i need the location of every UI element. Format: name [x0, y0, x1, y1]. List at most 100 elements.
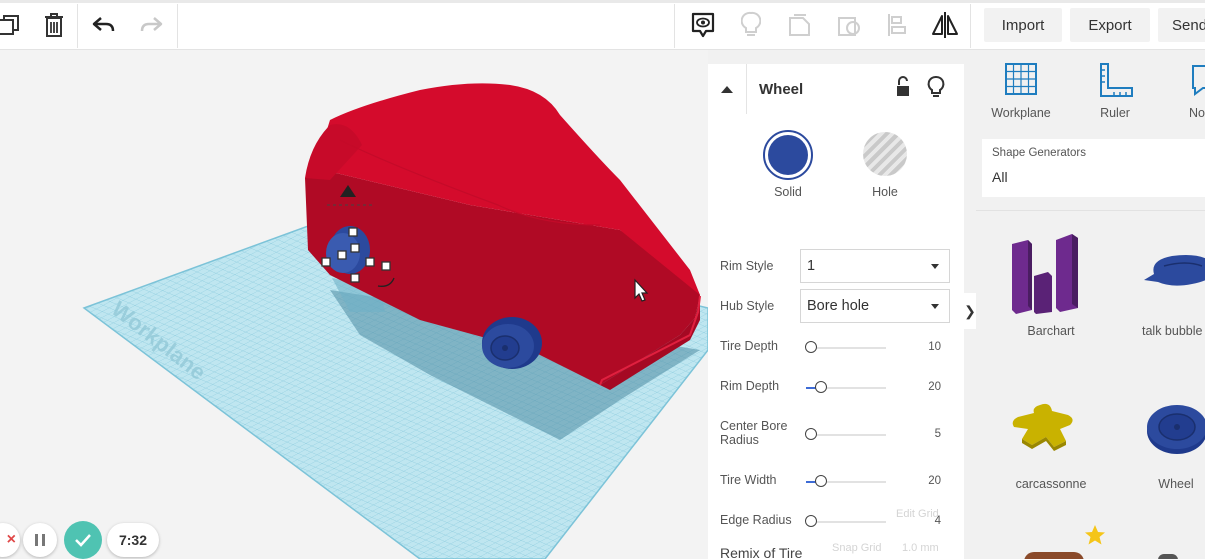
- tire-width-label: Tire Width: [720, 473, 777, 487]
- workplane-tool[interactable]: Workplane: [986, 60, 1056, 124]
- redo-button[interactable]: [134, 8, 168, 42]
- edge-radius-label: Edge Radius: [720, 513, 792, 527]
- lock-button[interactable]: [894, 76, 914, 100]
- toolbar-divider: [674, 4, 675, 48]
- rim-depth-slider[interactable]: [806, 381, 886, 393]
- shape-generators-selector[interactable]: Shape Generators All: [982, 139, 1205, 197]
- barchart-shape-icon: [1012, 234, 1078, 314]
- tire-depth-slider[interactable]: [805, 341, 886, 353]
- chevron-down-icon: [931, 304, 939, 309]
- mirror-icon: [932, 12, 958, 38]
- ruler-icon: [1100, 63, 1133, 97]
- ungroup-icon: [838, 17, 860, 36]
- star-icon: [1085, 525, 1105, 545]
- send-to-button[interactable]: Send: [1158, 8, 1205, 42]
- scene-canvas[interactable]: Workplane: [0, 50, 708, 559]
- next-shape-preview[interactable]: [1024, 552, 1084, 559]
- solid-button[interactable]: [763, 130, 813, 180]
- speech-eye-icon: [691, 12, 715, 38]
- wheel-label: Wheel: [1158, 477, 1194, 491]
- pause-button[interactable]: [23, 523, 57, 557]
- ruler-tool-label: Ruler: [1100, 106, 1130, 120]
- snap-grid-value[interactable]: 1.0 mm: [902, 542, 939, 554]
- rim-depth-knob[interactable]: [815, 381, 827, 393]
- shape-carcassonne[interactable]: carcassonne: [996, 395, 1106, 505]
- unlock-icon: [897, 76, 909, 96]
- notes-tool[interactable]: No: [1181, 60, 1205, 124]
- hide-button[interactable]: [927, 75, 947, 101]
- shape-barchart[interactable]: Barchart: [996, 230, 1106, 350]
- copy-button[interactable]: [0, 8, 26, 42]
- copy-icon: [0, 15, 19, 35]
- tire-depth-knob[interactable]: [805, 341, 817, 353]
- inspector-body: Solid Hole Rim Style 1 Hub Style Bore ho…: [708, 114, 966, 559]
- panel-splitter: ❯: [964, 50, 976, 559]
- hole-label: Hole: [872, 185, 898, 199]
- toolbar-divider: [177, 4, 178, 48]
- finish-recording-button[interactable]: [64, 521, 102, 559]
- group-button[interactable]: [783, 8, 817, 42]
- ungroup-button[interactable]: [832, 8, 866, 42]
- notes-toggle-button[interactable]: [686, 8, 720, 42]
- talk-bubble-shape-icon: [1144, 255, 1205, 286]
- 3d-viewport[interactable]: Workplane × 7:32: [0, 50, 708, 559]
- talk-bubble-label: talk bubble: [1142, 324, 1203, 338]
- remix-of-label: Remix of Tire: [720, 545, 803, 559]
- edge-radius-slider[interactable]: [805, 515, 886, 527]
- ruler-tool[interactable]: Ruler: [1080, 60, 1150, 124]
- tire-depth-label: Tire Depth: [720, 339, 778, 353]
- rim-style-dropdown[interactable]: 1: [800, 249, 950, 283]
- center-bore-radius-slider[interactable]: [805, 428, 886, 440]
- delete-button[interactable]: [37, 8, 71, 42]
- collapse-panel-button[interactable]: ❯: [964, 293, 976, 329]
- collapse-inspector-button[interactable]: [708, 64, 747, 114]
- hub-style-label: Hub Style: [720, 299, 775, 313]
- center-bore-radius-knob[interactable]: [805, 428, 817, 440]
- import-button[interactable]: Import: [984, 8, 1062, 42]
- solid-swatch: [768, 135, 808, 175]
- snap-grid-label: Snap Grid: [832, 542, 882, 554]
- shape-generators-label: Shape Generators: [992, 147, 1086, 159]
- tire-width-knob[interactable]: [815, 475, 827, 487]
- checkmark-icon: [75, 534, 91, 547]
- light-bulb-icon: [927, 76, 945, 97]
- toolbar-divider: [77, 4, 78, 48]
- rim-style-value: 1: [807, 258, 816, 274]
- light-bulb-button[interactable]: [734, 8, 768, 42]
- tire-width-value[interactable]: 20: [904, 475, 941, 487]
- hole-button[interactable]: [863, 132, 907, 176]
- shape-name[interactable]: Wheel: [759, 81, 803, 98]
- toolbar-divider: [970, 4, 971, 48]
- shape-talk-bubble[interactable]: talk bubble: [1126, 230, 1205, 350]
- chevron-right-icon: ❯: [964, 302, 976, 319]
- front-wheel[interactable]: [482, 317, 542, 369]
- shape-wheel[interactable]: Wheel: [1126, 395, 1205, 505]
- next-shape-preview[interactable]: [1158, 554, 1178, 559]
- hub-style-dropdown[interactable]: Bore hole: [800, 289, 950, 323]
- shape-inspector: Wheel Solid Hole Rim Style 1 Hub Style B…: [708, 50, 966, 559]
- pause-icon: [35, 534, 45, 546]
- group-icon: [789, 14, 810, 36]
- solid-label: Solid: [774, 185, 802, 199]
- recording-timer: 7:32: [107, 523, 159, 557]
- wheel-shape-icon: [1147, 405, 1205, 454]
- tire-width-slider[interactable]: [806, 475, 886, 487]
- notes-tool-label: No: [1189, 106, 1205, 120]
- close-icon: ×: [6, 531, 16, 548]
- rim-depth-value[interactable]: 20: [904, 381, 941, 393]
- undo-button[interactable]: [87, 8, 121, 42]
- shapes-panel: Workplane Ruler No Shape Generators All …: [976, 50, 1205, 559]
- center-bore-radius-label: Center Bore Radius: [720, 419, 788, 447]
- center-bore-radius-value[interactable]: 5: [904, 428, 941, 440]
- note-icon: [1192, 65, 1205, 96]
- export-button[interactable]: Export: [1070, 8, 1150, 42]
- meeple-shape-icon: [1012, 403, 1073, 451]
- align-icon: [888, 14, 906, 36]
- tire-depth-value[interactable]: 10: [904, 341, 941, 353]
- carcassonne-label: carcassonne: [1015, 477, 1087, 491]
- align-button[interactable]: [880, 8, 914, 42]
- edit-grid-link[interactable]: Edit Grid: [896, 508, 939, 520]
- triangle-up-icon: [721, 86, 733, 93]
- mirror-button[interactable]: [928, 8, 962, 42]
- edge-radius-knob[interactable]: [805, 515, 817, 527]
